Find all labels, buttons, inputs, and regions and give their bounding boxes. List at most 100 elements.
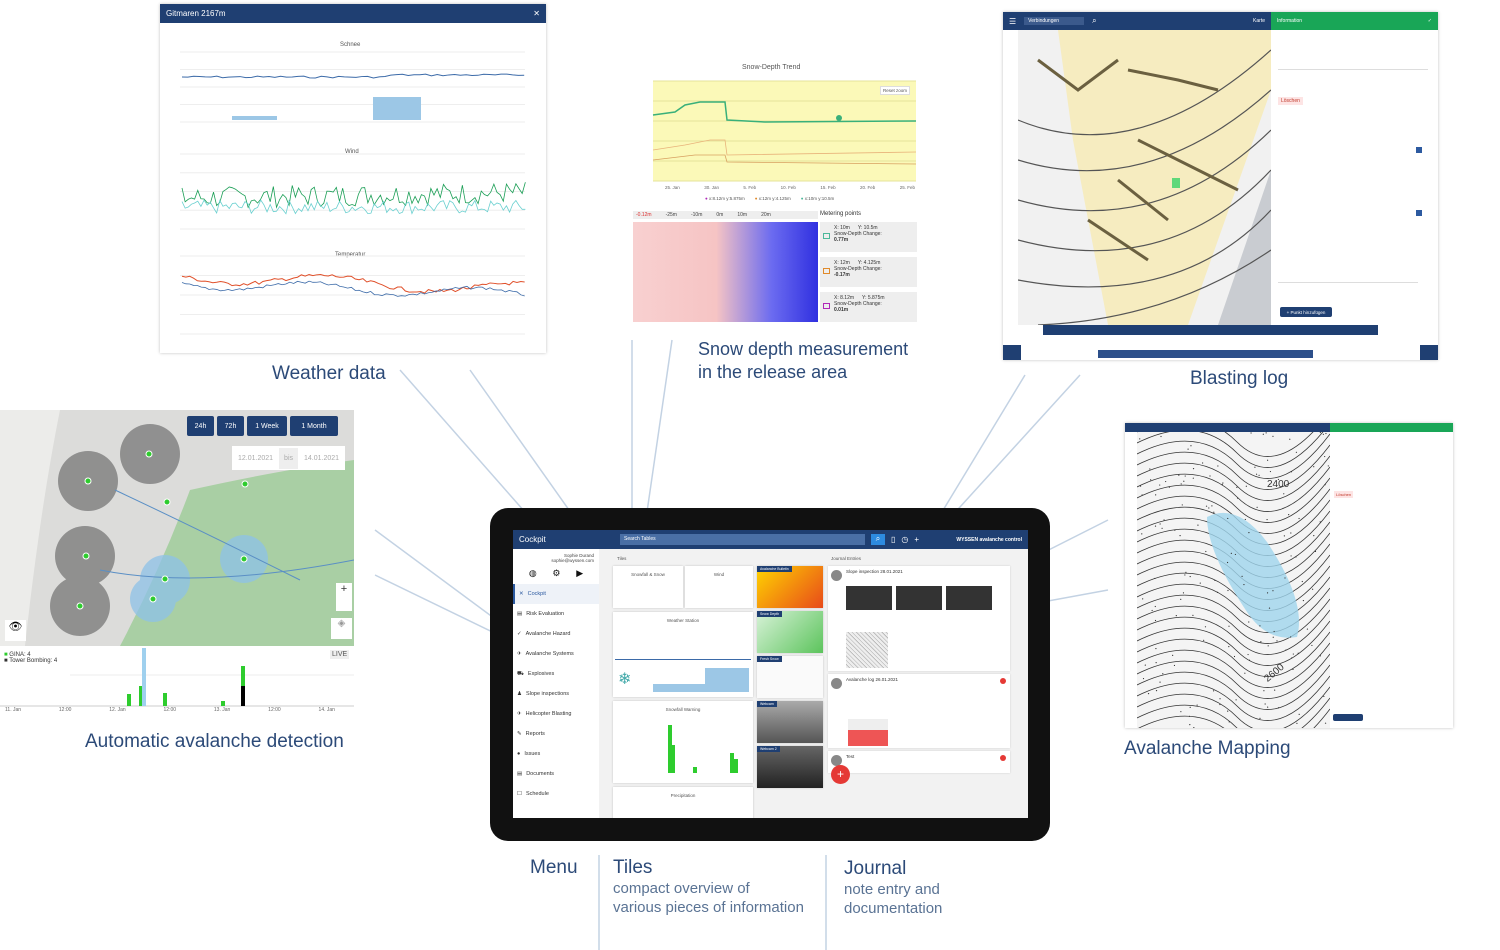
date-to[interactable]: 14.01.2021 xyxy=(298,455,345,462)
detection-bar[interactable] xyxy=(241,666,245,686)
tile-snowfall-warning[interactable]: Snowfall Warning xyxy=(613,701,753,783)
rock-dot xyxy=(1150,479,1152,481)
range-button[interactable]: 72h xyxy=(217,416,244,436)
range-button[interactable]: 24h xyxy=(187,416,214,436)
tile-precipitation[interactable]: Precipitation xyxy=(613,787,753,818)
detection-bar[interactable] xyxy=(241,686,245,706)
journal-photo[interactable] xyxy=(946,586,992,610)
add-button[interactable] xyxy=(1333,714,1363,721)
line-mark xyxy=(615,659,751,660)
journal-entry[interactable]: Test xyxy=(828,751,1010,773)
check-icon[interactable]: ✓ xyxy=(1428,18,1432,24)
avatar xyxy=(831,570,842,581)
rock-dot xyxy=(1159,523,1161,525)
rock-dot xyxy=(1290,532,1292,534)
gear-icon[interactable]: ⚙ xyxy=(552,568,560,579)
sidebar-item[interactable]: ✕ Cockpit xyxy=(513,584,599,604)
sidebar-item[interactable]: ✈ Helicopter Blasting xyxy=(513,704,599,724)
journal-photo[interactable] xyxy=(896,586,942,610)
map-icon[interactable]: ▯ xyxy=(891,535,895,544)
search-input[interactable]: Verbindungen xyxy=(1024,17,1085,25)
metering-point-card[interactable]: X: 8.12m Y: 5.875m Snow-Depth Change: 0.01m xyxy=(820,292,917,322)
search-input[interactable]: Search Tables xyxy=(620,534,865,545)
form-field[interactable] xyxy=(1278,50,1428,70)
series-line-12m xyxy=(652,139,917,156)
layers-icon[interactable]: ◈ xyxy=(331,618,352,639)
rock-dot xyxy=(1144,664,1146,666)
rock-dot xyxy=(1272,435,1274,437)
image-tile[interactable]: Webcam xyxy=(757,701,823,743)
sidebar-item[interactable]: ✈ Avalanche Systems xyxy=(513,644,599,664)
journal-photo[interactable] xyxy=(846,586,892,610)
add-icon[interactable]: + xyxy=(914,535,919,544)
detection-bar[interactable] xyxy=(221,701,225,706)
date-range[interactable]: 12.01.2021 bis 14.01.2021 xyxy=(232,446,346,470)
rock-dot xyxy=(1185,571,1187,573)
legend-item[interactable]: ● x:10m y:10.5m xyxy=(801,196,835,201)
sidebar-item[interactable]: ● Issues xyxy=(513,744,599,764)
logout-icon[interactable]: ▶ xyxy=(576,568,583,579)
x-axis-ticks: 25. Jan 30. Jan 5. Feb 10. Feb 15. Feb 20. Fe… xyxy=(665,185,915,190)
metering-point-card[interactable]: X: 12m Y: 4.125m Snow-Depth Change: -0.17m xyxy=(820,257,917,287)
journal-entry[interactable]: Slope inspection 28.01.2021 xyxy=(828,566,1010,671)
caption-line: in the release area xyxy=(698,362,848,382)
rock-dot xyxy=(1205,505,1208,507)
tile-wind[interactable]: Wind xyxy=(685,566,753,608)
x-tick: 12:00 xyxy=(268,707,281,713)
journal-entry[interactable]: Avalanche log 26.01.2021 xyxy=(828,674,1010,748)
history-icon[interactable]: ◷ xyxy=(901,535,908,544)
sidebar-item[interactable]: ✓ Avalanche Hazard xyxy=(513,624,599,644)
data-point[interactable] xyxy=(836,115,842,121)
checkbox[interactable] xyxy=(1416,210,1422,216)
rock-dot xyxy=(1192,467,1195,470)
image-tile[interactable]: Webcam 2 xyxy=(757,746,823,788)
checkbox[interactable] xyxy=(1416,147,1422,153)
image-tile[interactable]: Snow Depth xyxy=(757,611,823,653)
bar-mark xyxy=(232,116,277,120)
bar-mark xyxy=(671,745,675,773)
zoom-in-button[interactable]: + xyxy=(336,583,352,611)
legend-item[interactable]: ● x:8.12m y:5.875m xyxy=(705,196,745,201)
detection-bar[interactable] xyxy=(163,693,167,706)
journal-entry-title: Avalanche log 26.01.2021 xyxy=(846,677,898,682)
search-icon[interactable]: ⌕ xyxy=(1092,16,1096,26)
range-button[interactable]: 1 Week xyxy=(247,416,287,436)
add-entry-button[interactable]: + xyxy=(831,765,850,784)
cockpit-screen: Cockpit Search Tables ⌕ ▯ ◷ + WYSSEN ava… xyxy=(513,530,1028,818)
image-tile[interactable]: Avalanche Bulletin xyxy=(757,566,823,608)
legend-item[interactable]: ● x:12m y:4.125m xyxy=(755,196,791,201)
rock-dot xyxy=(1267,645,1269,647)
rock-dot xyxy=(1203,639,1205,641)
search-icon[interactable]: ⌕ xyxy=(871,534,885,545)
timeline[interactable] xyxy=(1003,325,1438,360)
sidebar-item[interactable]: ▤ Documents xyxy=(513,764,599,784)
eye-icon[interactable]: 👁 xyxy=(5,620,26,641)
rock-dot xyxy=(1159,681,1161,683)
sidebar-item[interactable]: ☐ Schedule xyxy=(513,784,599,804)
rock-dot xyxy=(1311,644,1313,647)
journal-attachment[interactable] xyxy=(848,719,888,746)
sidebar-item[interactable]: ✎ Reports xyxy=(513,724,599,744)
delete-button[interactable]: Löschen xyxy=(1334,491,1354,498)
rock-dot xyxy=(1324,484,1326,486)
menu-icon: ⛟ xyxy=(517,670,524,677)
x-tick: 30. Jan xyxy=(704,185,719,190)
date-from[interactable]: 12.01.2021 xyxy=(232,455,279,462)
rock-dot xyxy=(1298,517,1300,520)
journal-map-thumbnail[interactable] xyxy=(846,632,888,668)
sidebar-item[interactable]: ♟ Slope inspections xyxy=(513,684,599,704)
detection-bar[interactable] xyxy=(127,694,131,706)
sidebar-item[interactable]: ▤ Risk Evaluation xyxy=(513,604,599,624)
range-button[interactable]: 1 Month xyxy=(290,416,338,436)
rock-dot xyxy=(1141,494,1143,496)
metering-point-card[interactable]: X: 10m Y: 10.5m Snow-Depth Change: 0.77m xyxy=(820,222,917,252)
map-select[interactable]: Karte xyxy=(1253,18,1265,24)
add-point-button[interactable]: + Punkt hinzufügen xyxy=(1280,307,1332,317)
globe-icon[interactable]: ◍ xyxy=(529,568,537,579)
menu-icon[interactable]: ☰ xyxy=(1009,17,1016,26)
sidebar-item[interactable]: ⛟ Explosives xyxy=(513,664,599,684)
image-tile[interactable]: Fresh Snow xyxy=(757,656,823,698)
tile-weather-station[interactable]: Weather Station ❄ xyxy=(613,612,753,697)
description-field[interactable] xyxy=(1278,282,1418,283)
tile-snow[interactable]: Snowfall & Snow xyxy=(613,566,683,608)
